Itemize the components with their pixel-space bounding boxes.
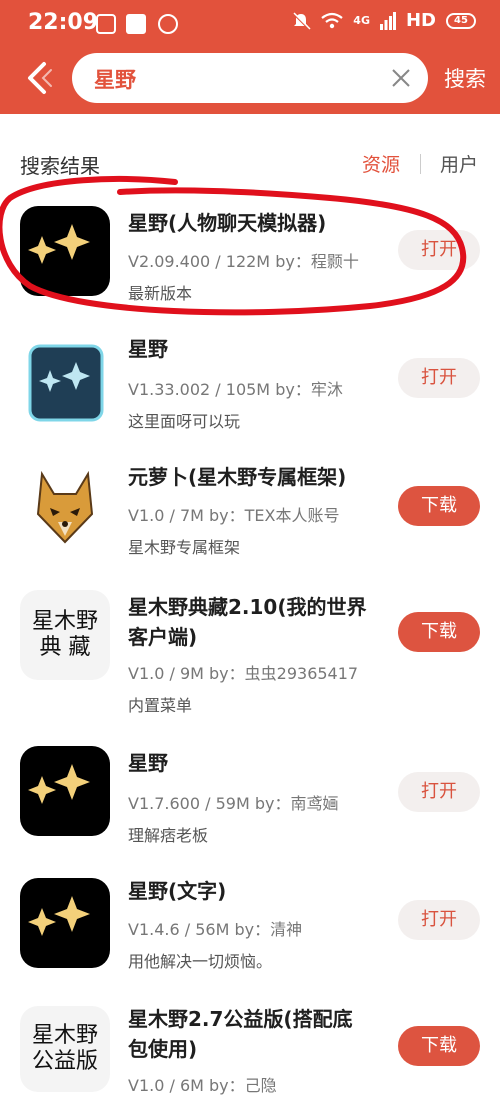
- list-item[interactable]: 星野(文字) V1.4.6 / 56M by：清神 用他解决一切烦恼。 打开: [0, 878, 500, 978]
- mute-icon: [292, 11, 311, 30]
- download-button[interactable]: 下载: [398, 1026, 480, 1066]
- app-notification-icon: [126, 14, 146, 34]
- item-name: 星木野典藏2.10(我的世界: [128, 595, 367, 619]
- check-icon: [158, 14, 178, 34]
- list-item[interactable]: 星野(人物聊天模拟器) V2.09.400 / 122M by：程颢十 最新版本…: [0, 206, 500, 316]
- search-input[interactable]: 星野: [72, 53, 428, 103]
- fox-icon: [20, 464, 110, 554]
- search-button[interactable]: 搜索: [444, 63, 486, 93]
- text-logo-icon: 星木野 典 藏: [20, 590, 110, 680]
- status-bar: 22:09 4G HD 45: [0, 0, 500, 48]
- list-item[interactable]: 星木野 公益版 星木野2.7公益版(搭配底 包使用) V1.0 / 6M by：…: [0, 1004, 500, 1095]
- network-label: HD: [405, 10, 436, 31]
- top-bar: 22:09 4G HD 45 星野 搜索: [0, 0, 500, 114]
- sparkle-icon: [20, 206, 110, 296]
- item-meta: V1.0 / 6M by：己隐: [128, 1076, 277, 1095]
- item-desc: 内置菜单: [128, 696, 193, 715]
- item-meta: V1.0 / 9M by：虫虫29365417: [128, 664, 359, 683]
- item-meta: V1.33.002 / 105M by：牢沐: [128, 380, 343, 399]
- item-meta: V1.0 / 7M by：TEX本人账号: [128, 506, 340, 525]
- item-desc: 最新版本: [128, 284, 193, 303]
- item-desc: 这里面呀可以玩: [128, 412, 241, 431]
- item-name: 元萝卜(星木野专属框架): [128, 465, 347, 489]
- open-button[interactable]: 打开: [398, 900, 480, 940]
- notification-icon: [96, 14, 116, 34]
- close-icon[interactable]: [390, 67, 412, 89]
- download-button[interactable]: 下载: [398, 612, 480, 652]
- tab-divider: [420, 154, 421, 174]
- tab-resources[interactable]: 资源: [362, 150, 400, 177]
- list-item[interactable]: 星木野 典 藏 星木野典藏2.10(我的世界 客户端) V1.0 / 9M by…: [0, 590, 500, 720]
- status-right: 4G HD 45: [291, 10, 476, 31]
- item-name: 星木野2.7公益版(搭配底: [128, 1007, 353, 1031]
- item-name: 星野(文字): [128, 879, 227, 903]
- item-desc: 理解痞老板: [128, 826, 209, 845]
- back-button[interactable]: [24, 60, 54, 96]
- search-query[interactable]: 星野: [94, 64, 136, 94]
- item-meta: V1.7.600 / 59M by：南鸢婳: [128, 794, 339, 813]
- item-name-line2: 客户端): [128, 625, 198, 649]
- list-item[interactable]: 元萝卜(星木野专属框架) V1.0 / 7M by：TEX本人账号 星木野专属框…: [0, 464, 500, 564]
- status-time: 22:09: [28, 10, 99, 35]
- item-meta: V2.09.400 / 122M by：程颢十: [128, 252, 359, 271]
- icon-text: 星木野 典 藏: [31, 609, 98, 660]
- icon-text: 星木野 公益版: [31, 1023, 98, 1074]
- item-name-line2: 包使用): [128, 1037, 198, 1061]
- dark-square-sparkle-icon: [20, 340, 110, 430]
- sparkle-icon: [20, 878, 110, 968]
- tab-users[interactable]: 用户: [440, 150, 478, 177]
- results-title: 搜索结果: [20, 154, 100, 178]
- wifi-icon: [321, 12, 343, 28]
- text-logo-icon: 星木野 公益版: [20, 1006, 110, 1092]
- list-item[interactable]: 星野 V1.33.002 / 105M by：牢沐 这里面呀可以玩 打开: [0, 337, 500, 440]
- item-name: 星野: [128, 337, 168, 361]
- signal-label: 4G: [353, 13, 370, 27]
- item-desc: 用他解决一切烦恼。: [128, 952, 273, 971]
- open-button[interactable]: 打开: [398, 772, 480, 812]
- item-desc: 星木野专属框架: [128, 538, 241, 557]
- item-meta: V1.4.6 / 56M by：清神: [128, 920, 303, 939]
- sparkle-icon: [20, 746, 110, 836]
- item-name: 星野: [128, 751, 168, 775]
- signal-icon: [379, 11, 396, 30]
- download-button[interactable]: 下载: [398, 486, 480, 526]
- battery-icon: 45: [446, 12, 476, 29]
- list-item[interactable]: 星野 V1.7.600 / 59M by：南鸢婳 理解痞老板 打开: [0, 746, 500, 846]
- open-button[interactable]: 打开: [398, 358, 480, 398]
- item-name: 星野(人物聊天模拟器): [128, 211, 327, 235]
- open-button[interactable]: 打开: [398, 230, 480, 270]
